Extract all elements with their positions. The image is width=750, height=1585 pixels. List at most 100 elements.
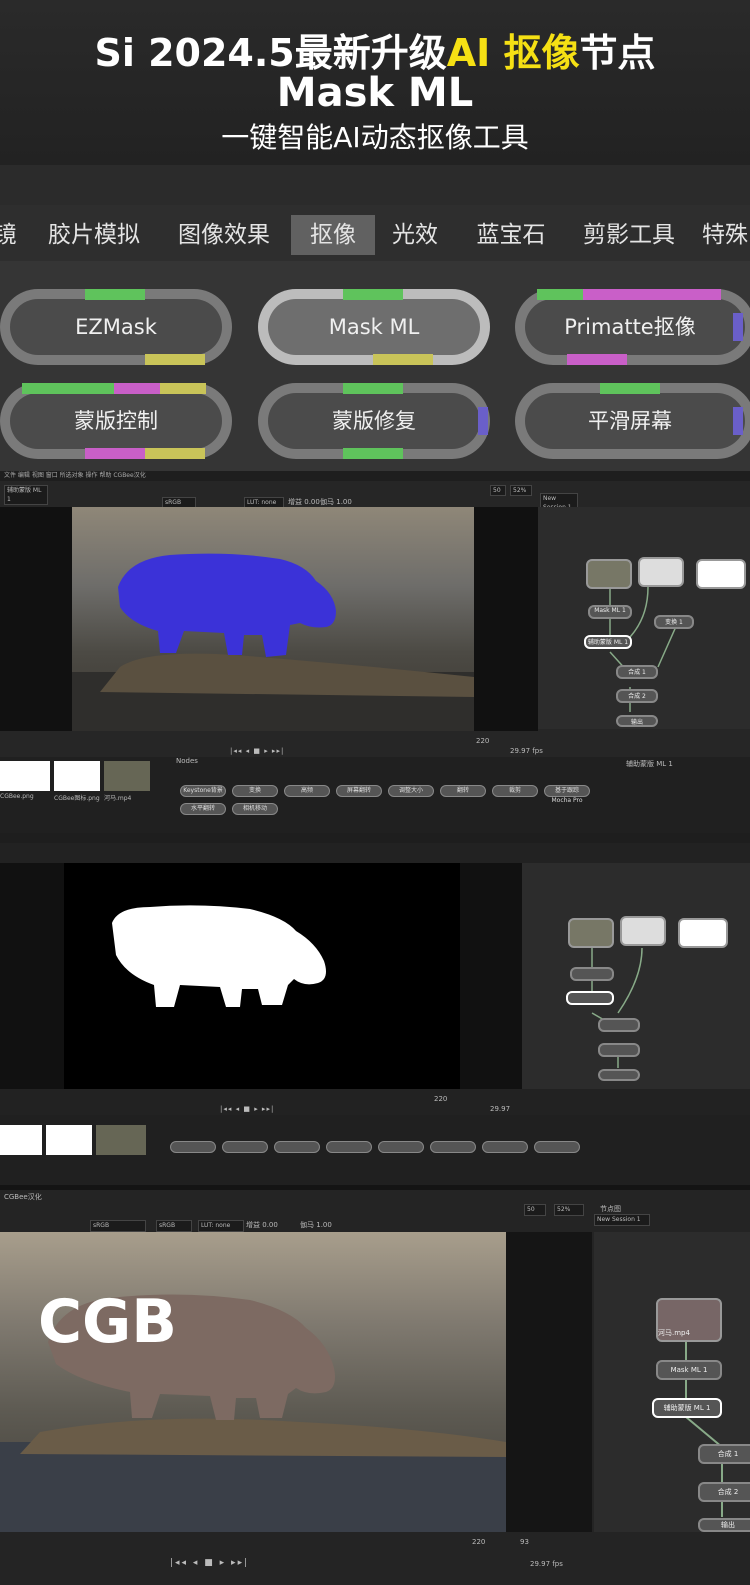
frame-end: 220 bbox=[434, 1095, 448, 1103]
tab-light-effects[interactable]: 光效 bbox=[382, 215, 448, 255]
media-thumb-2[interactable] bbox=[46, 1125, 92, 1155]
fps-readout: 29.97 bbox=[490, 1105, 511, 1113]
tab-0[interactable]: 镜 bbox=[0, 215, 18, 255]
transport-controls[interactable]: |◂◂ ◂ ■ ▸ ▸▸| bbox=[170, 1558, 249, 1568]
nodes-panel-title: Nodes bbox=[176, 757, 198, 765]
media-name-3: 河马.mp4 bbox=[104, 795, 132, 802]
tab-film-emulation[interactable]: 胶片模拟 bbox=[34, 215, 154, 255]
media-thumb-3[interactable] bbox=[96, 1125, 146, 1155]
gamma-label: 伽马 1.00 bbox=[320, 498, 352, 506]
node-comp-1[interactable]: 合成 1 bbox=[698, 1444, 750, 1464]
mini-node-resize[interactable] bbox=[378, 1141, 424, 1153]
mini-node-keystone[interactable] bbox=[170, 1141, 216, 1153]
viewer[interactable] bbox=[0, 507, 538, 731]
headline-tagline: 一键智能AI动态抠像工具 bbox=[221, 121, 529, 154]
node-mask-ml[interactable] bbox=[570, 967, 614, 981]
node-buttons-area: EZMask Mask ML Primatte抠像 蒙版控制 蒙版修复 平滑屏幕 bbox=[0, 261, 750, 471]
node-source-video[interactable]: 河马.mp4 bbox=[656, 1298, 722, 1342]
frame-end: 220 bbox=[476, 737, 490, 745]
node-logo-image[interactable] bbox=[638, 557, 684, 587]
mini-node-transform[interactable]: 变换 bbox=[232, 785, 278, 797]
node-source-video[interactable] bbox=[586, 559, 632, 589]
node-label: 蒙版修复 bbox=[332, 409, 416, 433]
viewer[interactable] bbox=[0, 863, 522, 1089]
mini-node-highpass[interactable]: 高频 bbox=[284, 785, 330, 797]
media-name-1: CGBee.png bbox=[0, 793, 34, 800]
node-output[interactable] bbox=[598, 1069, 640, 1081]
node-button-primatte[interactable]: Primatte抠像 bbox=[515, 289, 750, 365]
mini-node-flip[interactable]: 翻转 bbox=[440, 785, 486, 797]
node-button-ezmask[interactable]: EZMask bbox=[0, 289, 232, 365]
mini-node-hflip[interactable]: 水平翻转 bbox=[180, 803, 226, 815]
media-thumb-1[interactable] bbox=[0, 761, 50, 791]
lut-select[interactable]: LUT: none bbox=[198, 1220, 244, 1232]
tab-image-effects[interactable]: 图像效果 bbox=[164, 215, 284, 255]
mini-node-camera-move[interactable]: 相机移动 bbox=[232, 803, 278, 815]
tab-sapphire[interactable]: 蓝宝石 bbox=[465, 215, 557, 255]
node-bg-image[interactable] bbox=[696, 559, 746, 589]
node-transform[interactable]: 变换 1 bbox=[654, 615, 694, 629]
props-title: 辅助蒙版 ML 1 bbox=[626, 760, 673, 768]
media-thumb-1[interactable] bbox=[0, 1125, 42, 1155]
node-aux-mask[interactable]: 辅助蒙版 ML 1 bbox=[584, 635, 632, 649]
node-graph[interactable]: Mask ML 1 辅助蒙版 ML 1 变换 1 合成 1 合成 2 输出 bbox=[538, 507, 750, 729]
node-mask-ml[interactable]: Mask ML 1 bbox=[656, 1360, 722, 1380]
overlay-text: CGB bbox=[38, 1287, 177, 1357]
node-comp-2[interactable]: 合成 2 bbox=[698, 1482, 750, 1502]
node-logo-image[interactable] bbox=[620, 916, 666, 946]
mini-node-flip[interactable] bbox=[430, 1141, 476, 1153]
node-graph-title: 节点图 bbox=[600, 1205, 621, 1213]
node-comp-1[interactable] bbox=[598, 1018, 640, 1032]
mini-node-screen-flip[interactable]: 屏幕翻转 bbox=[336, 785, 382, 797]
node-button-mask-ml[interactable]: Mask ML bbox=[258, 289, 490, 365]
node-output[interactable]: 输出 bbox=[616, 715, 658, 727]
colorspace-select[interactable]: sRGB bbox=[90, 1220, 146, 1232]
node-aux-mask[interactable] bbox=[566, 991, 614, 1005]
node-source-video[interactable] bbox=[568, 918, 614, 948]
current-frame: 93 bbox=[520, 1538, 529, 1546]
node-button-matte-repair[interactable]: 蒙版修复 bbox=[258, 383, 490, 459]
node-button-smooth-screen[interactable]: 平滑屏幕 bbox=[515, 383, 750, 459]
media-thumb-3[interactable] bbox=[104, 761, 150, 791]
mini-node-resize[interactable]: 调整大小 bbox=[388, 785, 434, 797]
mini-node-screen-flip[interactable] bbox=[326, 1141, 372, 1153]
node-aux-mask[interactable]: 辅助蒙版 ML 1 bbox=[652, 1398, 722, 1418]
node-bg-image[interactable] bbox=[678, 918, 728, 948]
node-button-matte-control[interactable]: 蒙版控制 bbox=[0, 383, 232, 459]
headline-highlight: AI 抠像 bbox=[446, 31, 580, 75]
mini-node-highpass[interactable] bbox=[274, 1141, 320, 1153]
zoom-select[interactable]: 52% bbox=[554, 1204, 584, 1216]
viewer[interactable]: CGB bbox=[0, 1232, 592, 1532]
colorspace-select-2[interactable]: sRGB bbox=[156, 1220, 192, 1232]
tab-keying[interactable]: 抠像 bbox=[291, 215, 375, 255]
screenshot-panel-alpha-matte: 220 29.97 |◂◂ ◂ ■ ▸ ▸▸| bbox=[0, 833, 750, 1185]
session-select[interactable]: New Session 1 bbox=[594, 1214, 650, 1226]
bottom-panels bbox=[0, 1115, 750, 1185]
tab-special[interactable]: 特殊 bbox=[702, 215, 750, 255]
header-banner: Si 2024.5最新升级AI 抠像节点 Mask ML 一键智能AI动态抠像工… bbox=[0, 0, 750, 165]
mini-node-mocha[interactable] bbox=[534, 1141, 580, 1153]
node-graph[interactable] bbox=[522, 863, 750, 1089]
node-label: EZMask bbox=[75, 315, 157, 339]
tab-silhouette-tools[interactable]: 剪影工具 bbox=[570, 215, 688, 255]
frame-field[interactable]: 50 bbox=[490, 485, 506, 496]
media-thumb-2[interactable] bbox=[54, 761, 100, 791]
node-graph[interactable]: 河马.mp4 Mask ML 1 辅助蒙版 ML 1 合成 1 合成 2 输出 bbox=[594, 1232, 750, 1532]
node-mask-ml[interactable]: Mask ML 1 bbox=[588, 605, 632, 619]
transport-controls[interactable]: |◂◂ ◂ ■ ▸ ▸▸| bbox=[230, 747, 284, 755]
viewer-combo[interactable]: 辅助蒙版 ML 1 bbox=[4, 485, 48, 505]
transport-controls[interactable]: |◂◂ ◂ ■ ▸ ▸▸| bbox=[220, 1105, 274, 1113]
mini-node-mocha[interactable]: 基于跟踪 Mocha Pro bbox=[544, 785, 590, 804]
node-comp-2[interactable] bbox=[598, 1043, 640, 1057]
frame-field[interactable]: 50 bbox=[524, 1204, 546, 1216]
mini-node-crop[interactable] bbox=[482, 1141, 528, 1153]
node-comp-1[interactable]: 合成 1 bbox=[616, 665, 658, 679]
zoom-select[interactable]: 52% bbox=[510, 485, 532, 496]
node-output[interactable]: 输出 bbox=[698, 1518, 750, 1532]
mini-node-keystone[interactable]: Keystone背景 bbox=[180, 785, 226, 797]
node-comp-2[interactable]: 合成 2 bbox=[616, 689, 658, 703]
mini-node-transform[interactable] bbox=[222, 1141, 268, 1153]
frame-end: 220 bbox=[472, 1538, 486, 1546]
bottom-panels: CGBee.png CGBee图标.png 河马.mp4 Nodes Keyst… bbox=[0, 757, 750, 833]
mini-node-crop[interactable]: 裁剪 bbox=[492, 785, 538, 797]
